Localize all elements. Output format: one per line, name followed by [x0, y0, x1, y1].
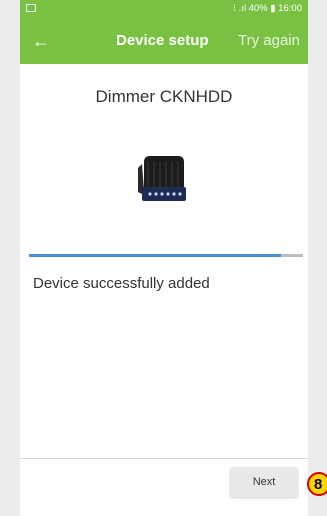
image-notification-icon	[26, 4, 36, 12]
status-message: Device successfully added	[33, 275, 210, 292]
status-bar: ⁝ .ıl 40% ▮ 16:00	[20, 0, 308, 18]
app-bar: ← Device setup Try again	[20, 18, 308, 64]
progress-bar	[29, 254, 303, 257]
back-arrow-icon[interactable]: ←	[30, 30, 52, 52]
annotation-badge: 8	[307, 472, 327, 496]
next-button[interactable]: Next	[230, 467, 298, 497]
device-name: Dimmer CKNHDD	[95, 87, 233, 106]
status-bar-indicators: ⁝ .ıl 40% ▮ 16:00	[233, 3, 302, 14]
dimmer-module-icon	[138, 156, 186, 201]
try-again-button[interactable]: Try again	[238, 32, 300, 49]
progress-bar-fill	[29, 254, 282, 257]
footer-divider	[20, 458, 308, 459]
page-title: Device setup	[116, 32, 209, 49]
phone-screen: ⁝ .ıl 40% ▮ 16:00 ← Device setup Try aga…	[20, 0, 308, 516]
annotation-badge-label: 8	[314, 476, 323, 493]
